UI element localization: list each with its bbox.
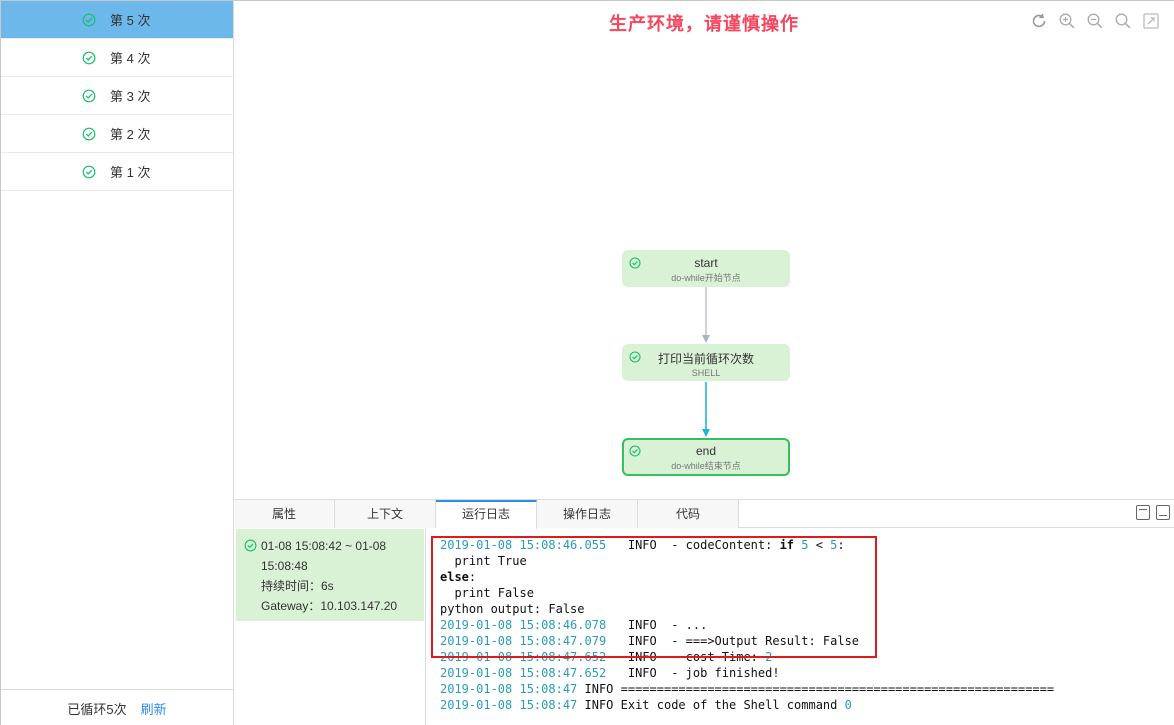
iteration-sidebar: 第 5 次 第 4 次 第 3 次 第 2 次 第 1 次 已循环5次 刷新: [1, 1, 234, 725]
node-subtitle: SHELL: [691, 368, 721, 378]
log-content: 2019-01-08 15:08:46.055 INFO - codeConte…: [426, 529, 1174, 713]
dag-canvas[interactable]: 生产环境，请谨慎操作 start do-while开始节点 打印当前循环次数 S…: [234, 1, 1174, 499]
check-circle-icon: [82, 127, 96, 140]
time-range: 01-08 15:08:42 ~ 01-08: [261, 539, 387, 553]
arrow-head: [702, 335, 710, 343]
iteration-label: 第 2 次: [110, 127, 151, 142]
check-circle-icon: [82, 13, 96, 26]
iteration-item-4[interactable]: 第 4 次: [1, 39, 233, 77]
node-subtitle: do-while开始节点: [671, 273, 741, 283]
log-line-5: python output: False: [440, 602, 585, 616]
refresh-icon[interactable]: [1030, 12, 1048, 30]
log-line-10: 2019-01-08 15:08:47 INFO ===============…: [440, 682, 1055, 696]
arrow-head: [702, 429, 710, 437]
log-viewer[interactable]: 2019-01-08 15:08:46.055 INFO - codeConte…: [425, 529, 1174, 725]
log-line-2: print True: [440, 554, 527, 568]
check-circle-icon: [629, 257, 641, 269]
refresh-link[interactable]: 刷新: [141, 699, 167, 718]
iteration-item-1[interactable]: 第 1 次: [1, 153, 233, 191]
canvas-toolbar: [1030, 12, 1160, 30]
detail-panel: 属性 上下文 运行日志 操作日志 代码 01-08 15:08:42 ~ 01-…: [234, 499, 1174, 725]
check-circle-icon: [244, 539, 257, 552]
node-subtitle: do-while结束节点: [671, 461, 741, 471]
tab-operation-log[interactable]: 操作日志: [537, 500, 638, 528]
run-instance-card[interactable]: 01-08 15:08:42 ~ 01-08 15:08:48 持续时间：6s …: [236, 529, 424, 621]
time-end: 15:08:48: [261, 559, 308, 573]
panel-tabs: 属性 上下文 运行日志 操作日志 代码: [234, 500, 1174, 529]
clipped-log-line: [426, 529, 1174, 538]
minimize-panel-icon[interactable]: [1156, 505, 1170, 520]
search-icon[interactable]: [1114, 12, 1132, 30]
duration: 持续时间：6s: [261, 579, 334, 593]
panel-controls: [1136, 505, 1170, 520]
iteration-label: 第 4 次: [110, 51, 151, 66]
log-line-6: 2019-01-08 15:08:46.078 INFO - ...: [440, 618, 708, 632]
node-title: 打印当前循环次数: [657, 352, 754, 366]
iteration-item-2[interactable]: 第 2 次: [1, 115, 233, 153]
tab-properties[interactable]: 属性: [234, 500, 335, 528]
node-start[interactable]: start do-while开始节点: [622, 250, 790, 287]
check-circle-icon: [82, 89, 96, 102]
log-line-3: else:: [440, 570, 477, 584]
sidebar-footer: 已循环5次 刷新: [1, 689, 233, 725]
maximize-panel-icon[interactable]: [1136, 505, 1150, 520]
tab-run-log[interactable]: 运行日志: [436, 500, 537, 529]
iteration-item-3[interactable]: 第 3 次: [1, 77, 233, 115]
loop-count-text: 已循环5次: [67, 701, 127, 717]
tab-context[interactable]: 上下文: [335, 500, 436, 528]
iteration-item-5[interactable]: 第 5 次: [1, 1, 233, 39]
check-circle-icon: [82, 165, 96, 178]
iteration-list: 第 5 次 第 4 次 第 3 次 第 2 次 第 1 次: [1, 1, 233, 191]
check-circle-icon: [629, 351, 641, 363]
log-line-11: 2019-01-08 15:08:47 INFO Exit code of th…: [440, 698, 852, 712]
iteration-label: 第 3 次: [110, 89, 151, 104]
log-line-9: 2019-01-08 15:08:47.652 INFO - job finis…: [440, 666, 780, 680]
log-line-8: 2019-01-08 15:08:47.652 INFO - cost Time…: [440, 650, 773, 664]
zoom-out-icon[interactable]: [1086, 12, 1104, 30]
node-title: start: [694, 256, 718, 270]
node-shell[interactable]: 打印当前循环次数 SHELL: [622, 344, 790, 381]
gateway: Gateway：10.103.147.20: [261, 599, 398, 613]
zoom-in-icon[interactable]: [1058, 12, 1076, 30]
fullscreen-icon[interactable]: [1142, 12, 1160, 30]
run-time-range: 01-08 15:08:42 ~ 01-08: [244, 536, 416, 556]
node-title: end: [695, 444, 717, 458]
iteration-label: 第 5 次: [110, 13, 151, 28]
check-circle-icon: [629, 445, 641, 457]
log-line-4: print False: [440, 586, 534, 600]
log-line-1: 2019-01-08 15:08:46.055 INFO - codeConte…: [440, 538, 845, 552]
app-frame: 第 5 次 第 4 次 第 3 次 第 2 次 第 1 次 已循环5次 刷新 生…: [0, 0, 1174, 725]
check-circle-icon: [82, 51, 96, 64]
log-line-7: 2019-01-08 15:08:47.079 INFO - ===>Outpu…: [440, 634, 860, 648]
tab-code[interactable]: 代码: [638, 500, 739, 528]
iteration-label: 第 1 次: [110, 165, 151, 180]
node-end[interactable]: end do-while结束节点: [622, 438, 790, 476]
